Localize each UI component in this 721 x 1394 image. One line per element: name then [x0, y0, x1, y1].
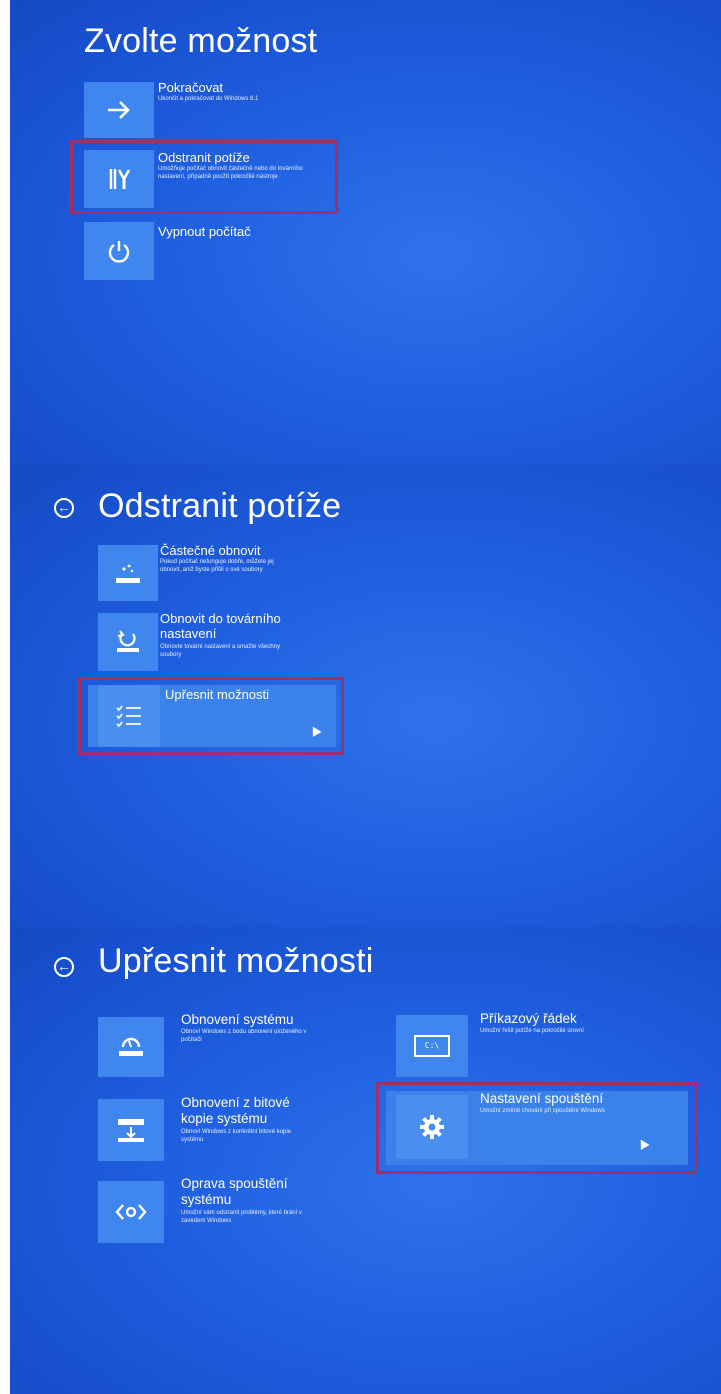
option-desc: Obnoví Windows z bodu obnovení uloženého… — [181, 1029, 307, 1043]
option-title-line1: Oprava spouštění — [181, 1176, 288, 1191]
screen-advanced-options: ← Upřesnit možnosti Obnovení systému Obn… — [10, 927, 721, 1394]
power-icon — [84, 222, 154, 280]
option-title: Nastavení spouštění — [480, 1091, 604, 1106]
option-desc: Umožní změnit chování při spouštění Wind… — [480, 1108, 605, 1114]
system-restore-icon — [98, 1017, 164, 1077]
page-title: Zvolte možnost — [84, 22, 318, 60]
option-title: Částečné obnovit — [160, 543, 261, 558]
option-title-line2: nastavení — [160, 626, 217, 641]
option-title-line1: Obnovení z bitové — [181, 1095, 290, 1110]
command-prompt-glyph: C:\ — [414, 1035, 450, 1057]
page-title: Odstranit potíže — [98, 487, 342, 525]
option-title: Vypnout počítač — [158, 224, 251, 239]
arrow-right-icon — [84, 82, 154, 138]
option-desc: Ukončit a pokračovat do Windows 8.1 — [158, 96, 259, 102]
option-title: Upřesnit možnosti — [165, 687, 270, 702]
option-title: Odstranit potíže — [158, 150, 250, 165]
startup-repair-icon — [98, 1181, 164, 1243]
back-arrow-icon[interactable]: ← — [54, 957, 74, 977]
command-prompt-icon: C:\ — [396, 1015, 468, 1077]
page-title: Upřesnit možnosti — [98, 942, 374, 980]
option-desc: Umožňuje počítač obnovit částečně nebo d… — [158, 166, 303, 180]
screen-choose-option: Zvolte možnost Pokračovat Ukončit a pokr… — [10, 0, 721, 465]
screen-troubleshoot: ← Odstranit potíže Částečné obnovit Poku… — [10, 465, 721, 927]
factory-reset-icon — [98, 613, 158, 671]
option-title: Obnovení systému — [181, 1012, 294, 1027]
option-desc: Umožní vám odstranit problémy, které brá… — [181, 1210, 302, 1224]
refresh-partial-icon — [98, 545, 158, 601]
option-title: Příkazový řádek — [480, 1011, 577, 1026]
back-arrow-icon[interactable]: ← — [54, 498, 74, 518]
option-title-line2: kopie systému — [181, 1111, 268, 1126]
checklist-icon — [98, 685, 160, 747]
tools-icon — [84, 150, 154, 208]
option-title-line2: systému — [181, 1192, 232, 1207]
option-desc: Obnoví Windows z konkrétní bitové kopie … — [181, 1129, 292, 1143]
gear-icon — [396, 1095, 468, 1159]
image-recovery-icon — [98, 1099, 164, 1161]
option-desc: Pokud počítač nefunguje dobře, můžete je… — [160, 559, 274, 573]
option-title-line1: Obnovit do továrního — [160, 611, 281, 626]
option-desc: Obnovte tovární nastavení a smažte všech… — [160, 644, 281, 658]
option-desc: Umožní řešit potíže na pokročilé úrovni — [480, 1028, 584, 1034]
option-title: Pokračovat — [158, 80, 224, 95]
